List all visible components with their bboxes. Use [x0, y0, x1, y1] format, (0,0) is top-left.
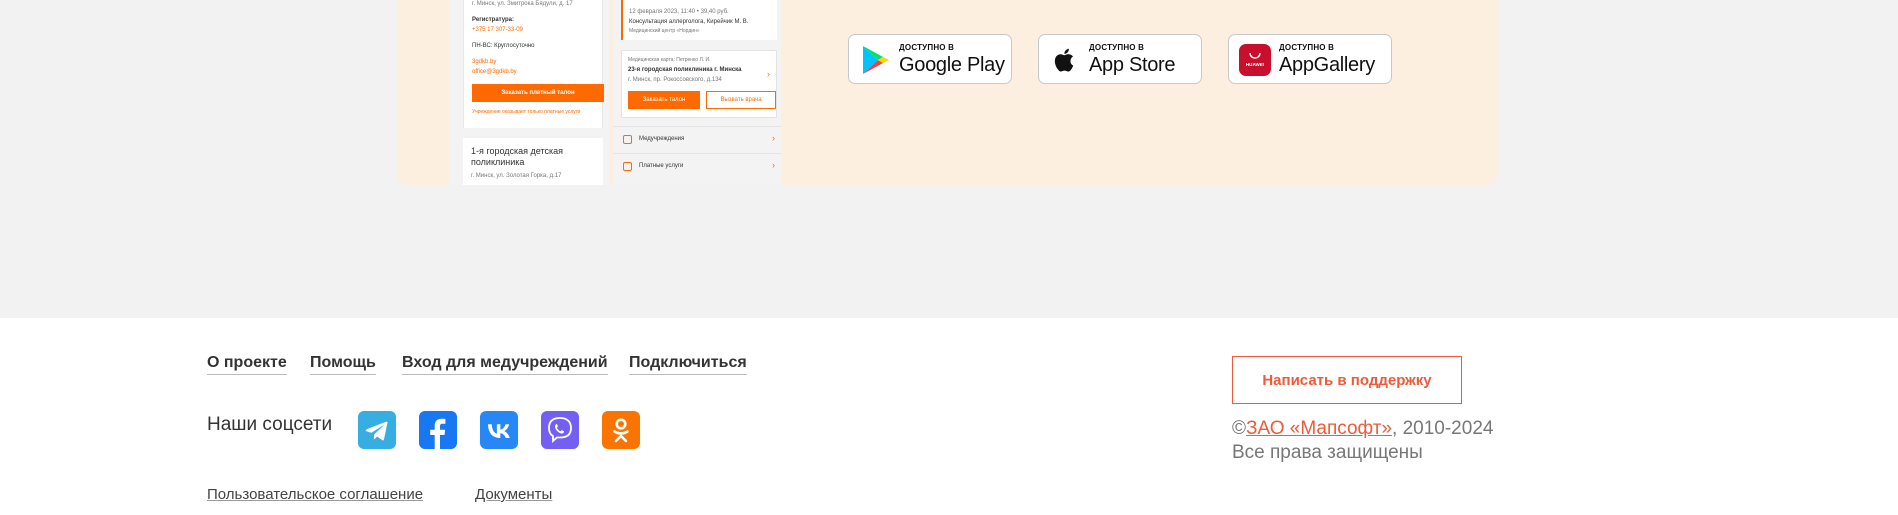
- documents-link[interactable]: Документы: [475, 486, 552, 503]
- copyright: ©ЗАО «Мапсофт», 2010-2024 Все права защи…: [1232, 417, 1493, 465]
- social-label: Наши соцсети: [207, 414, 333, 435]
- menu-item-label: Медучреждения: [639, 136, 685, 142]
- clinic-address-2: г. Минск, ул. Золотая Горка, д.17: [471, 173, 562, 179]
- store-available-label: ДОСТУПНО В: [1089, 43, 1145, 52]
- facebook-icon: [419, 411, 457, 449]
- store-available-label: ДОСТУПНО В: [899, 43, 955, 52]
- write-to-support-button[interactable]: Написать в поддержку: [1232, 356, 1462, 404]
- store-name: App Store: [1089, 54, 1176, 76]
- vk-link[interactable]: [480, 411, 518, 449]
- copyright-symbol: ©: [1232, 418, 1246, 439]
- medical-card-clinic: 23-я городская поликлиника г. Минска: [628, 67, 742, 73]
- app-store-badge[interactable]: ДОСТУПНО В App Store: [1038, 34, 1202, 84]
- viber-icon: [541, 411, 579, 449]
- clinic-email: office@3gdkb.by: [472, 69, 517, 75]
- chevron-right-icon: ›: [772, 160, 775, 170]
- clinic-site: 3gdkb.by: [472, 59, 497, 65]
- store-name: AppGallery: [1279, 54, 1375, 76]
- vk-icon: [480, 411, 518, 449]
- appointment-center: Медицинский центр «Нордин»: [629, 28, 700, 34]
- huawei-icon-text: HUAWEI: [1246, 62, 1264, 67]
- order-ticket-button: Заказать талон: [628, 91, 700, 109]
- google-play-badge[interactable]: ДОСТУПНО В Google Play: [848, 34, 1012, 84]
- order-paid-ticket-button: Заказать платный талон: [472, 84, 604, 102]
- odnoklassniki-icon: [602, 411, 640, 449]
- chevron-right-icon: ›: [767, 69, 770, 79]
- company-link[interactable]: ЗАО «Мапсофт»: [1246, 418, 1392, 439]
- nav-about[interactable]: О проекте: [207, 354, 287, 375]
- medical-card-caption: Медицинская карта: Петренко Л. И.: [628, 57, 711, 63]
- reception-label: Регистратура:: [472, 17, 514, 23]
- menu-item-paid-services: Платные услуги ›: [613, 153, 781, 179]
- paid-only-note: Учреждение оказывает только платные услу…: [472, 109, 581, 115]
- menu-item-label: Платные услуги: [639, 163, 684, 169]
- clinic-phone: +375 17 307-33-09: [472, 27, 523, 33]
- menu-item-clinics: Медучреждения ›: [613, 126, 781, 152]
- appointment-card: 12 февраля 2023, 11:40 • 39,40 руб. Конс…: [621, 0, 777, 40]
- user-agreement-link[interactable]: Пользовательское соглашение: [207, 486, 423, 503]
- appointment-service: Консультация аллерголога, Кирейчик М. В.: [629, 19, 749, 25]
- top-section: г. Минск, ул. Змитрока Бядули, д. 17 Рег…: [0, 0, 1898, 318]
- phone-screen-left: г. Минск, ул. Змитрока Бядули, д. 17 Рег…: [449, 0, 609, 185]
- appointment-date: 12 февраля 2023, 11:40 • 39,40 руб.: [629, 9, 729, 15]
- apple-icon: [1054, 48, 1074, 72]
- chevron-right-icon: ›: [772, 133, 775, 143]
- building-icon: [623, 135, 632, 144]
- clinic-card-2: 1-я городская детская поликлиника г. Мин…: [463, 138, 603, 185]
- medical-card: Медицинская карта: Петренко Л. И. 23-я г…: [621, 50, 777, 118]
- phone-screen-right: 12 февраля 2023, 11:40 • 39,40 руб. Конс…: [613, 0, 781, 185]
- call-doctor-button: Вызвать врача: [706, 91, 776, 109]
- clinic-address: г. Минск, ул. Змитрока Бядули, д. 17: [472, 1, 573, 7]
- clinic-title: 1-я городская детская поликлиника: [471, 146, 564, 167]
- clinic-card: г. Минск, ул. Змитрока Бядули, д. 17 Рег…: [463, 0, 604, 128]
- store-name: Google Play: [899, 54, 1005, 76]
- telegram-icon: [358, 411, 396, 449]
- nav-connect[interactable]: Подключиться: [629, 354, 747, 375]
- copyright-years: , 2010-2024: [1392, 418, 1494, 439]
- app-promo-banner: г. Минск, ул. Змитрока Бядули, д. 17 Рег…: [397, 0, 1497, 185]
- rights-reserved: Все права защищены: [1232, 442, 1423, 463]
- nav-help[interactable]: Помощь: [310, 354, 376, 375]
- facebook-link[interactable]: [419, 411, 457, 449]
- clinic-hours: ПН-ВС: Круглосуточно: [472, 43, 535, 49]
- nav-clinic-login[interactable]: Вход для медучреждений: [402, 354, 608, 375]
- site-footer: О проекте Помощь Вход для медучреждений …: [0, 318, 1898, 515]
- huawei-icon: HUAWEI: [1239, 44, 1271, 76]
- odnoklassniki-link[interactable]: [602, 411, 640, 449]
- google-play-icon: [863, 46, 889, 74]
- paid-services-icon: [623, 162, 632, 171]
- medical-card-address: г. Минск, пр. Рокоссовского, д.134: [628, 77, 722, 83]
- viber-link[interactable]: [541, 411, 579, 449]
- store-available-label: ДОСТУПНО В: [1279, 43, 1335, 52]
- telegram-link[interactable]: [358, 411, 396, 449]
- app-gallery-badge[interactable]: HUAWEI ДОСТУПНО В AppGallery: [1228, 34, 1392, 84]
